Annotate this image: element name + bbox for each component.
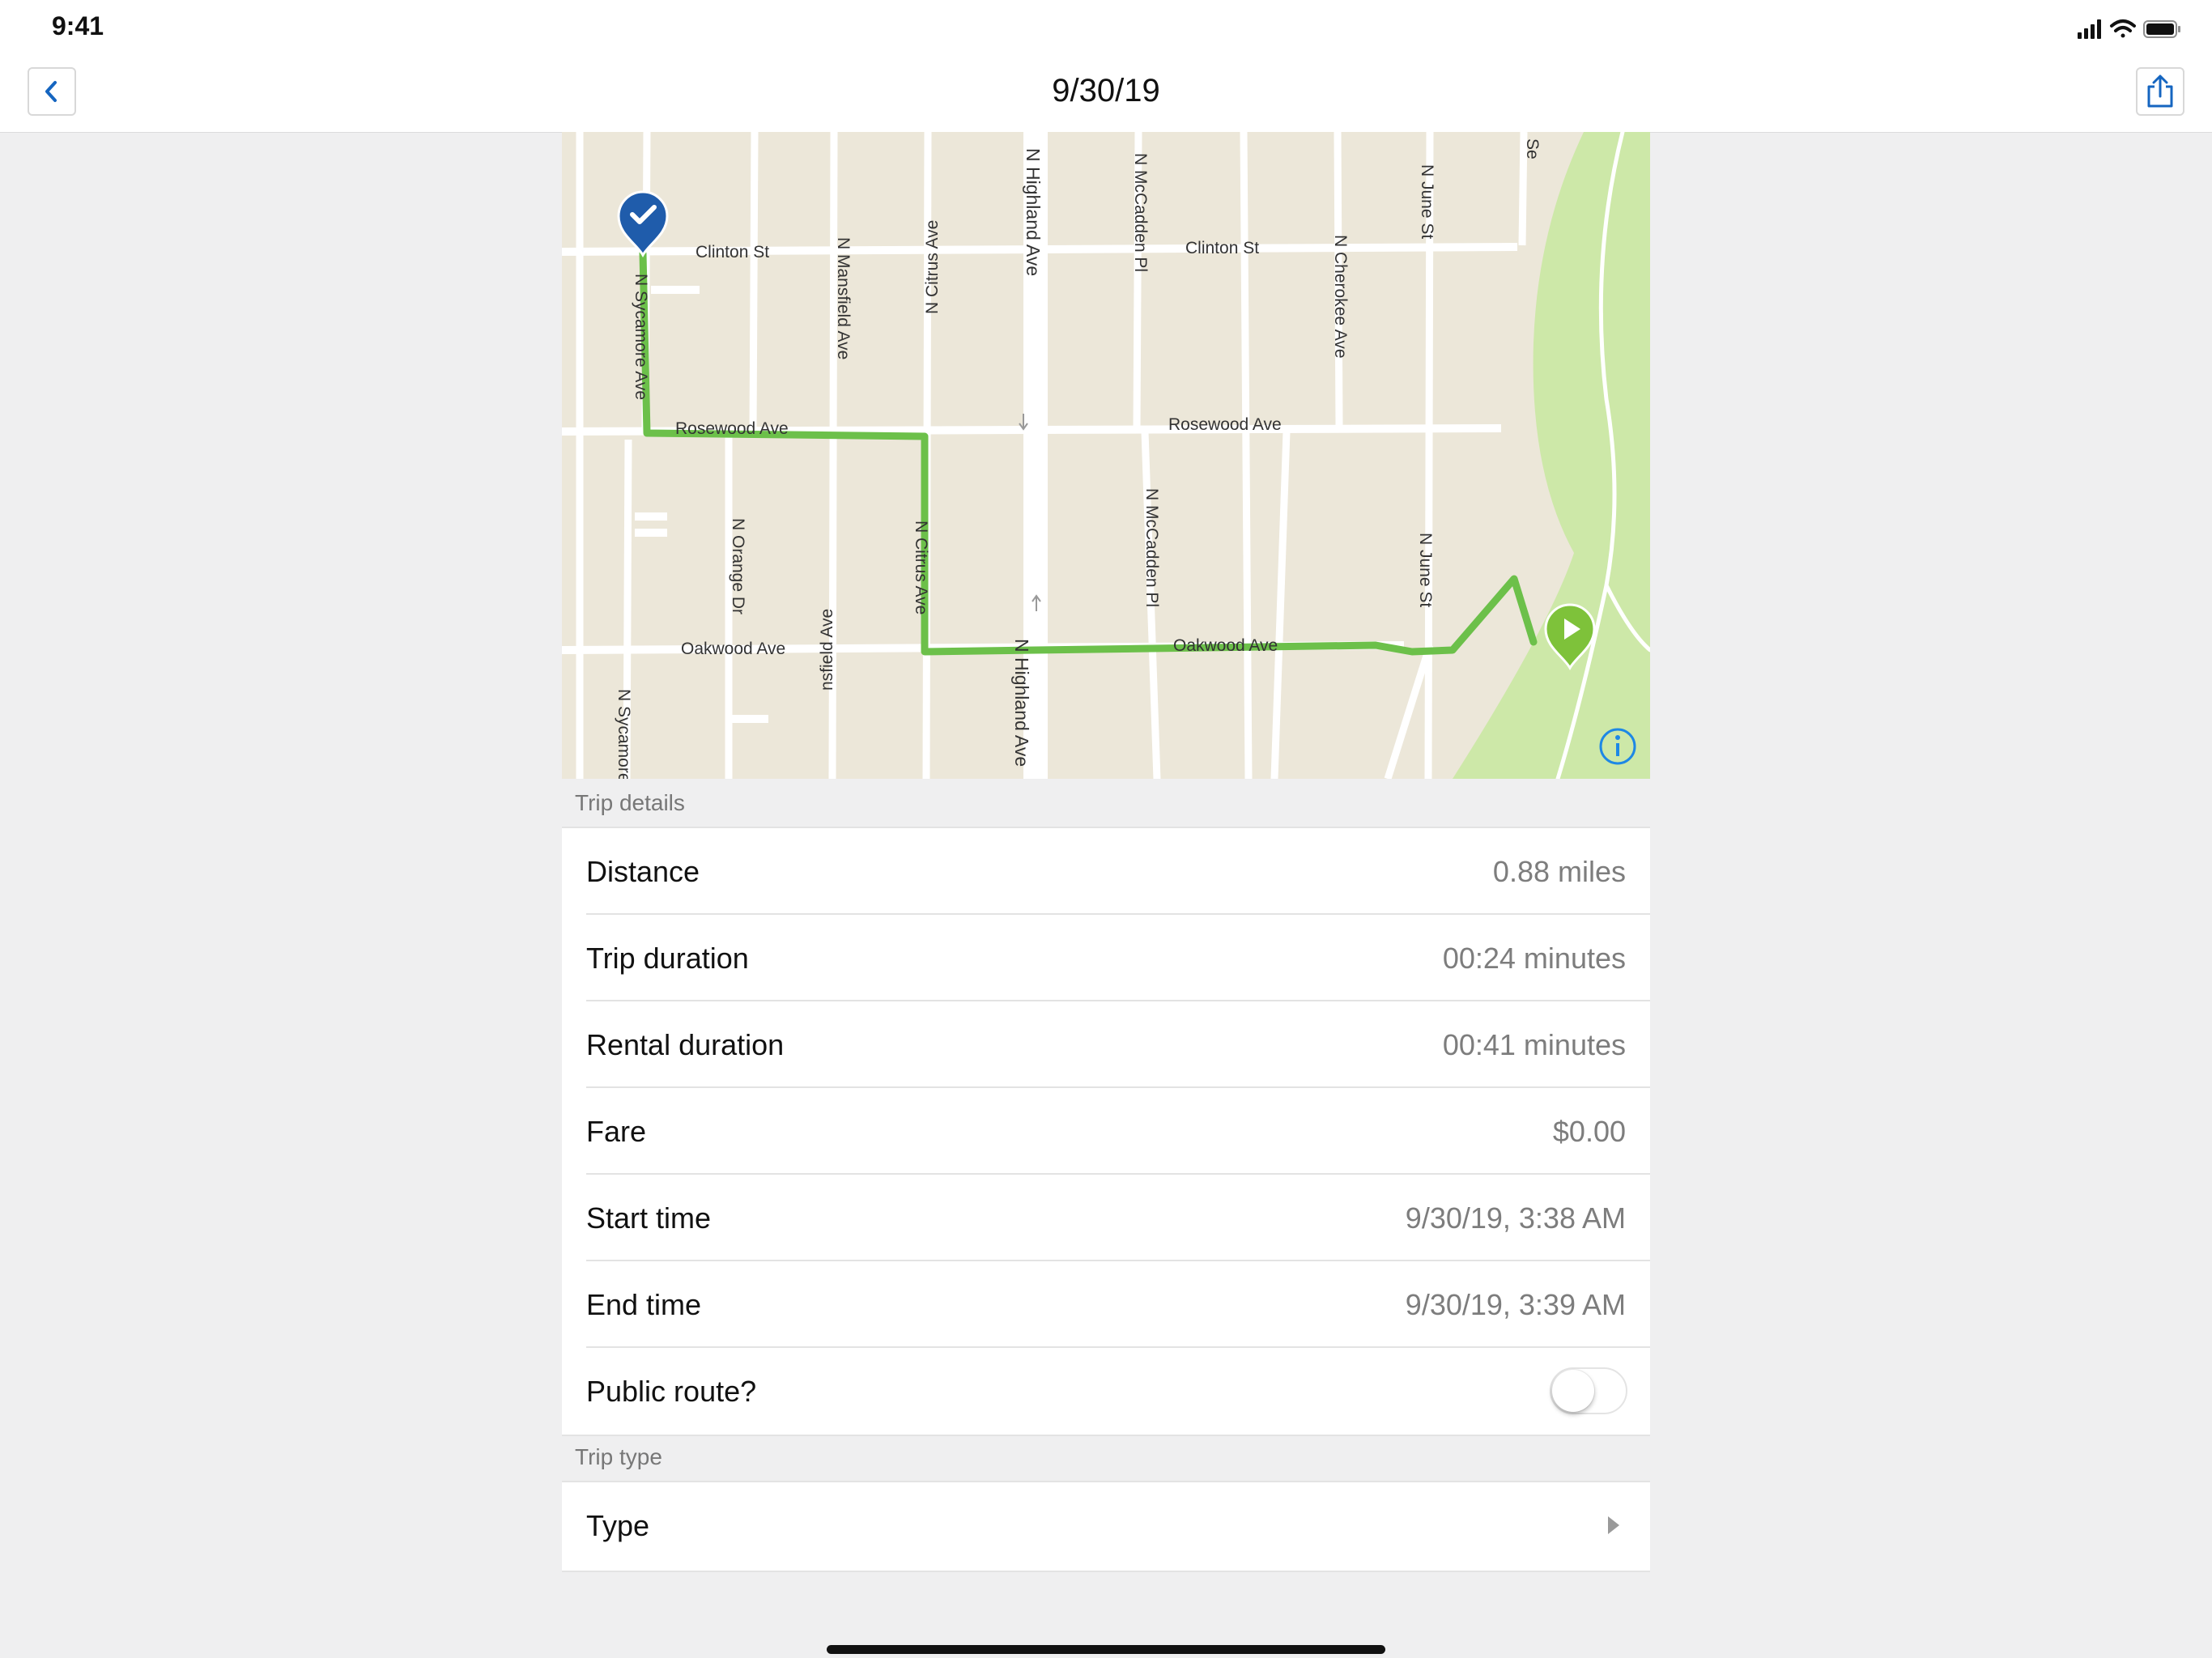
street-label: N Cherokee Ave: [1331, 235, 1350, 359]
wifi-icon: [2110, 19, 2136, 38]
row-value: 9/30/19, 3:38 AM: [1405, 1201, 1626, 1235]
detail-row-public-route: Public route?: [562, 1348, 1650, 1435]
share-button[interactable]: [2136, 67, 2184, 116]
row-label: Rental duration: [586, 1028, 785, 1061]
row-value: 00:24 minutes: [1442, 942, 1626, 975]
detail-row-end-time: End time 9/30/19, 3:39 AM: [562, 1261, 1650, 1348]
navigation-bar: 9/30/19: [0, 57, 2212, 133]
row-label: End time: [586, 1288, 702, 1321]
street-label: N Mansfield Ave: [834, 237, 853, 359]
trip-type-group: Type: [562, 1481, 1650, 1572]
street-label: N Citrus Ave: [923, 220, 942, 314]
row-label: Distance: [586, 855, 700, 888]
street-label: Se: [1523, 138, 1542, 159]
cellular-signal-icon: [2078, 19, 2101, 39]
street-label: Clinton St: [696, 243, 769, 261]
row-label: Type: [586, 1509, 650, 1542]
detail-row-trip-duration: Trip duration 00:24 minutes: [562, 915, 1650, 1001]
chevron-right-icon: [1608, 1516, 1619, 1534]
home-indicator: [827, 1645, 1385, 1654]
public-route-toggle[interactable]: [1550, 1367, 1627, 1414]
street-label: N McCadden Pl: [1142, 488, 1161, 607]
trip-type-header: Trip type: [575, 1444, 662, 1469]
street-label: N June St: [1416, 533, 1435, 607]
street-label: nsfield Ave: [818, 609, 836, 691]
row-value: 9/30/19, 3:39 AM: [1405, 1288, 1626, 1321]
status-time: 9:41: [52, 11, 104, 40]
street-label: N Orange Dr: [729, 518, 747, 614]
battery-icon: [2143, 20, 2180, 38]
street-label: N Citrus Ave: [912, 521, 930, 614]
detail-row-start-time: Start time 9/30/19, 3:38 AM: [562, 1175, 1650, 1261]
share-icon: [2147, 74, 2173, 108]
detail-row-fare: Fare $0.00: [562, 1088, 1650, 1175]
street-label: Clinton St: [1185, 239, 1259, 257]
toggle-knob[interactable]: [1552, 1370, 1594, 1412]
trip-map[interactable]: Clinton St Clinton St Rosewood Ave Rosew…: [562, 132, 1650, 779]
row-label: Fare: [586, 1115, 647, 1148]
street-label: N Highland Ave: [1023, 148, 1044, 276]
street-label: N Highland Ave: [1011, 639, 1032, 767]
street-label: Rosewood Ave: [1168, 415, 1282, 434]
row-label: Trip duration: [586, 942, 749, 975]
row-label: Public route?: [586, 1375, 757, 1408]
street-label: N Sycamore Ave: [632, 274, 650, 400]
trip-details-header: Trip details: [575, 790, 685, 815]
row-value: 0.88 miles: [1492, 855, 1626, 888]
status-icons: [2078, 19, 2180, 39]
page-title: 9/30/19: [1052, 73, 1160, 108]
map-canvas[interactable]: Clinton St Clinton St Rosewood Ave Rosew…: [562, 132, 1650, 779]
row-label: Start time: [586, 1201, 712, 1235]
detail-row-rental-duration: Rental duration 00:41 minutes: [562, 1001, 1650, 1088]
status-bar: 9:41: [0, 0, 2212, 57]
street-label: N June St: [1418, 164, 1436, 239]
trip-details-group: Distance 0.88 miles Trip duration 00:24 …: [562, 827, 1650, 1436]
row-value: 00:41 minutes: [1442, 1028, 1626, 1061]
row-value: $0.00: [1552, 1115, 1626, 1148]
detail-row-distance: Distance 0.88 miles: [562, 828, 1650, 915]
street-label: N McCadden Pl: [1131, 153, 1150, 272]
trip-type-row[interactable]: Type: [562, 1482, 1650, 1569]
street-label: Oakwood Ave: [1173, 636, 1278, 655]
street-label: Rosewood Ave: [675, 419, 789, 438]
street-label: Oakwood Ave: [681, 640, 785, 658]
street-label: N Sycamore: [615, 689, 633, 779]
